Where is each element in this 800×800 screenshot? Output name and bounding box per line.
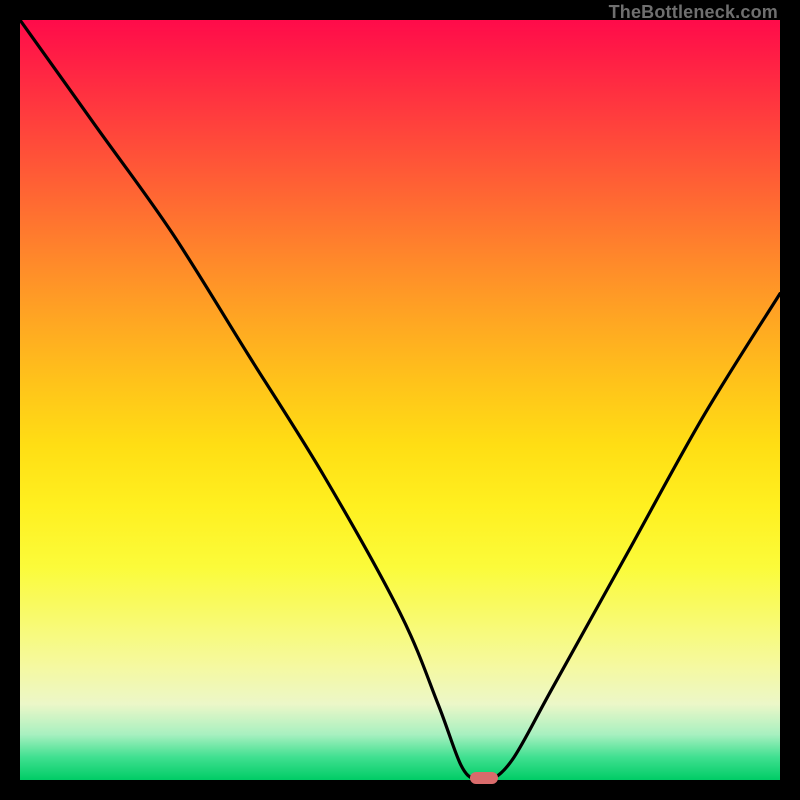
plot-area (20, 20, 780, 780)
curve-svg (20, 20, 780, 780)
optimal-marker (470, 772, 498, 784)
bottleneck-chart: TheBottleneck.com (0, 0, 800, 800)
bottleneck-curve-path (20, 20, 780, 780)
